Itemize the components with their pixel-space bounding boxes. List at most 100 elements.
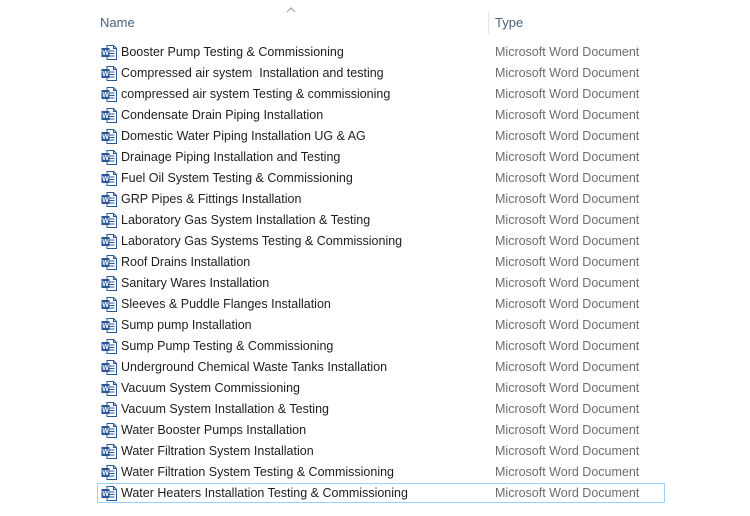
file-row[interactable]: W Booster Pump Testing & Commissioning Mic…	[97, 42, 665, 62]
file-type: Microsoft Word Document	[495, 213, 640, 227]
file-name: Laboratory Gas Systems Testing & Commiss…	[121, 234, 403, 248]
svg-text:W: W	[102, 260, 109, 267]
file-row[interactable]: W Drainage Piping Installation and Testin…	[97, 147, 665, 167]
svg-text:W: W	[102, 449, 109, 456]
file-row[interactable]: W Condensate Drain Piping Installation Mic…	[97, 105, 665, 125]
file-type: Microsoft Word Document	[495, 87, 640, 101]
svg-text:W: W	[102, 281, 109, 288]
word-document-icon: W	[101, 192, 117, 207]
svg-text:W: W	[102, 323, 109, 330]
file-row[interactable]: W Water Booster Pumps Installation Microso…	[97, 420, 665, 440]
file-type: Microsoft Word Document	[495, 402, 640, 416]
file-name: Water Filtration System Installation	[121, 444, 314, 458]
svg-text:W: W	[102, 218, 109, 225]
file-name: Drainage Piping Installation and Testing	[121, 150, 341, 164]
word-document-icon: W	[101, 108, 117, 123]
svg-text:W: W	[102, 134, 109, 141]
column-header-bar: Name Type	[0, 0, 750, 40]
name-column-header[interactable]: Name	[100, 15, 135, 30]
file-type: Microsoft Word Document	[495, 318, 640, 332]
file-name: Laboratory Gas System Installation & Tes…	[121, 213, 371, 227]
file-row[interactable]: W Vacuum System Installation & Testing Mic…	[97, 399, 665, 419]
file-name: Condensate Drain Piping Installation	[121, 108, 324, 122]
file-name: Vacuum System Commissioning	[121, 381, 300, 395]
file-row[interactable]: W Water Filtration System Installation Mic…	[97, 441, 665, 461]
word-document-icon: W	[101, 255, 117, 270]
file-name: Sleeves & Puddle Flanges Installation	[121, 297, 331, 311]
file-type: Microsoft Word Document	[495, 360, 640, 374]
word-document-icon: W	[101, 45, 117, 60]
file-row[interactable]: W Underground Chemical Waste Tanks Instal…	[97, 357, 665, 377]
word-document-icon: W	[101, 465, 117, 480]
file-name: Underground Chemical Waste Tanks Install…	[121, 360, 388, 374]
file-name: Roof Drains Installation	[121, 255, 251, 269]
file-row[interactable]: W Sleeves & Puddle Flanges Installation Mi…	[97, 294, 665, 314]
word-document-icon: W	[101, 381, 117, 396]
file-name: Sump pump Installation	[121, 318, 252, 332]
file-row[interactable]: Wcompressed air system Testing & commiss…	[97, 84, 665, 104]
file-type: Microsoft Word Document	[495, 465, 640, 479]
svg-text:W: W	[102, 155, 109, 162]
file-type: Microsoft Word Document	[495, 255, 640, 269]
file-type: Microsoft Word Document	[495, 423, 640, 437]
file-type: Microsoft Word Document	[495, 297, 640, 311]
file-row[interactable]: W Sanitary Wares Installation Microsoft Wo…	[97, 273, 665, 293]
word-document-icon: W	[101, 486, 117, 501]
word-document-icon: W	[101, 213, 117, 228]
file-row[interactable]: W Water Heaters Installation Testing & Co…	[97, 483, 665, 503]
file-type: Microsoft Word Document	[495, 192, 640, 206]
svg-text:W: W	[102, 197, 109, 204]
column-divider[interactable]	[488, 12, 489, 34]
file-type: Microsoft Word Document	[495, 444, 640, 458]
word-document-icon: W	[101, 129, 117, 144]
svg-text:W: W	[102, 239, 109, 246]
file-name: Fuel Oil System Testing & Commissioning	[121, 171, 353, 185]
svg-text:W: W	[102, 365, 109, 372]
word-document-icon: W	[101, 150, 117, 165]
word-document-icon: W	[101, 339, 117, 354]
file-row[interactable]: W Water Filtration System Testing & Commi…	[97, 462, 665, 482]
file-row[interactable]: W Roof Drains Installation Microsoft Word …	[97, 252, 665, 272]
word-document-icon: W	[101, 402, 117, 417]
file-row[interactable]: W Laboratory Gas Systems Testing & Commis…	[97, 231, 665, 251]
type-column-header[interactable]: Type	[495, 15, 523, 30]
file-type: Microsoft Word Document	[495, 234, 640, 248]
file-row[interactable]: W GRP Pipes & Fittings Installation Micros…	[97, 189, 665, 209]
file-row[interactable]: W Laboratory Gas System Installation & Te…	[97, 210, 665, 230]
file-type: Microsoft Word Document	[495, 486, 640, 500]
word-document-icon: W	[101, 276, 117, 291]
file-row[interactable]: W Vacuum System Commissioning Microsoft Wo…	[97, 378, 665, 398]
svg-text:W: W	[102, 113, 109, 120]
file-type: Microsoft Word Document	[495, 339, 640, 353]
file-name: GRP Pipes & Fittings Installation	[121, 192, 302, 206]
file-type: Microsoft Word Document	[495, 171, 640, 185]
file-row[interactable]: W Fuel Oil System Testing & Commissioning…	[97, 168, 665, 188]
svg-text:W: W	[102, 428, 109, 435]
svg-text:W: W	[102, 470, 109, 477]
file-type: Microsoft Word Document	[495, 45, 640, 59]
file-name: Booster Pump Testing & Commissioning	[121, 45, 344, 59]
file-type: Microsoft Word Document	[495, 381, 640, 395]
file-row[interactable]: W Compressed air system Installation and …	[97, 63, 665, 83]
file-type: Microsoft Word Document	[495, 66, 640, 80]
word-document-icon: W	[101, 360, 117, 375]
svg-text:W: W	[102, 71, 109, 78]
file-name: compressed air system Testing & commissi…	[121, 87, 391, 101]
file-type: Microsoft Word Document	[495, 276, 640, 290]
svg-text:W: W	[102, 344, 109, 351]
file-type: Microsoft Word Document	[495, 150, 640, 164]
file-type: Microsoft Word Document	[495, 129, 640, 143]
svg-text:W: W	[102, 407, 109, 414]
file-type: Microsoft Word Document	[495, 108, 640, 122]
file-row[interactable]: W Sump pump Installation Microsoft Word Do…	[97, 315, 665, 335]
svg-text:W: W	[102, 50, 109, 57]
file-name: Vacuum System Installation & Testing	[121, 402, 329, 416]
file-name: Water Booster Pumps Installation	[121, 423, 307, 437]
file-explorer-details-view: Name Type W Booster Pump Testing & Commis…	[0, 0, 750, 516]
word-document-icon: W	[101, 171, 117, 186]
file-name: Sump Pump Testing & Commissioning	[121, 339, 334, 353]
word-document-icon: W	[101, 297, 117, 312]
word-document-icon: W	[101, 66, 117, 81]
file-row[interactable]: W Sump Pump Testing & Commissioning Micros…	[97, 336, 665, 356]
file-row[interactable]: W Domestic Water Piping Installation UG &…	[97, 126, 665, 146]
